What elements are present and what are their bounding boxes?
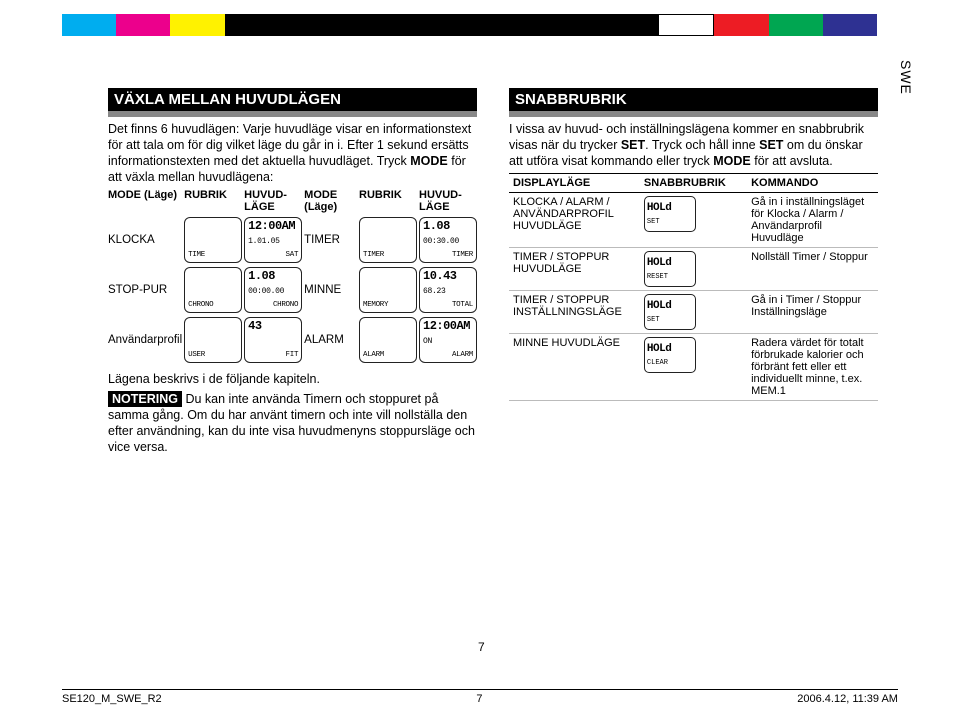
sr1-big: HOLd [647,257,693,269]
content-area: VÄXLA MELLAN HUVUDLÄGEN Det finns 6 huvu… [108,88,878,459]
r1-a2-big: 1.08 [248,270,298,283]
r2-b1-bl: ALARM [363,352,384,360]
sth1: DISPLAYLÄGE [509,174,640,193]
footer-cropmarks: SE120_M_SWE_R2 7 2006.4.12, 11:39 AM [62,689,898,705]
r2-lcd-b2: 12:00AM ON ALARM [419,317,477,363]
footer-page: 7 [476,693,482,705]
r0-a2-mid: 1.01.05 [248,238,298,246]
sr3-c1: MINNE HUVUDLÄGE [509,334,640,401]
r0-lcd-a2: 12:00AM 1.01.05 SAT [244,217,302,263]
r0-a2-br: SAT [286,252,299,260]
sr0-lcd: HOLd SET [644,196,696,232]
r0-a2-big: 12:00AM [248,220,298,233]
ri2: . Tryck och håll inne [645,138,759,152]
r1-a1-bl: CHRONO [188,302,213,310]
sr0-c2: HOLd SET [640,193,747,248]
sr0-c3: Gå in i inställningsläget för Klocka / A… [747,193,878,248]
set-bold-1: SET [621,138,645,152]
sr1-c3: Nollställ Timer / Stoppur [747,248,878,291]
r0-a1-bl: TIME [188,252,205,260]
after-table-para: Lägena beskrivs i de följande kapiteln. [108,371,477,387]
left-column: VÄXLA MELLAN HUVUDLÄGEN Det finns 6 huvu… [108,88,477,459]
sr1-lcd: HOLd RESET [644,251,696,287]
intro-mode-bold: MODE [410,154,448,168]
sr1-bot: RESET [647,274,693,282]
th-huvud-a: HUVUD-LÄGE [244,189,302,213]
right-column: SNABBRUBRIK I vissa av huvud- och instäl… [509,88,878,459]
th-huvud-b: HUVUD-LÄGE [419,189,477,213]
r2-b2-big: 12:00AM [423,320,473,333]
r1-b1-bl: MEMORY [363,302,388,310]
r2-label-a: Användarprofil [108,334,182,346]
r1-b2-mid: 68.23 [423,288,473,296]
r1-label-b: MINNE [304,284,357,296]
r1-a2-br: CHRONO [273,302,298,310]
th-mode-a: MODE (Läge) [108,189,182,213]
r1-label-a: STOP-PUR [108,284,182,296]
sr2-c2: HOLd SET [640,291,747,334]
page-number: 7 [478,640,485,654]
intro-paragraph: Det finns 6 huvudlägen: Varje huvudläge … [108,121,477,185]
color-calibration-bar [62,14,877,36]
footer-date: 2006.4.12, 11:39 AM [797,693,898,705]
r1-lcd-a1: CHRONO [184,267,242,313]
sr3-c2: HOLd CLEAR [640,334,747,401]
r0-b1-bl: TIMER [363,252,384,260]
r1-lcd-a2: 1.08 00:00.00 CHRONO [244,267,302,313]
r2-label-b: ALARM [304,334,357,346]
snab-table: DISPLAYLÄGE SNABBRUBRIK KOMMANDO KLOCKA … [509,173,878,401]
th-mode-b: MODE (Läge) [304,189,357,213]
r0-b2-mid: 00:30.00 [423,238,473,246]
r2-a1-bl: USER [188,352,205,360]
r0-label-b: TIMER [304,234,357,246]
sr2-lcd: HOLd SET [644,294,696,330]
r2-lcd-a2: 43 FIT [244,317,302,363]
sr0-c1: KLOCKA / ALARM / ANVÄNDARPROFIL HUVUDLÄG… [509,193,640,248]
sr2-c3: Gå in i Timer / Stoppur Inställningsläge [747,291,878,334]
sr0-big: HOLd [647,202,693,214]
r1-a2-mid: 00:00.00 [248,288,298,296]
sr2-big: HOLd [647,300,693,312]
set-bold-2: SET [759,138,783,152]
r0-b2-br: TIMER [452,252,473,260]
r0-lcd-b2: 1.08 00:30.00 TIMER [419,217,477,263]
heading-left: VÄXLA MELLAN HUVUDLÄGEN [108,88,477,117]
sr2-c1: TIMER / STOPPUR INSTÄLLNINGSLÄGE [509,291,640,334]
language-tab: SWE [898,60,914,95]
mode-bold: MODE [713,154,751,168]
r2-a2-br: FIT [286,352,299,360]
r2-lcd-b1: ALARM [359,317,417,363]
r2-lcd-a1: USER [184,317,242,363]
sr3-bot: CLEAR [647,360,693,368]
right-intro: I vissa av huvud- och inställningslägena… [509,121,878,169]
sr2-bot: SET [647,317,693,325]
sr3-c3: Radera värdet för totalt förbrukade kalo… [747,334,878,401]
r0-b2-big: 1.08 [423,220,473,233]
sth2: SNABBRUBRIK [640,174,747,193]
r0-lcd-a1: TIME [184,217,242,263]
sr3-big: HOLd [647,343,693,355]
th-rubrik-b: RUBRIK [359,189,417,213]
sth3: KOMMANDO [747,174,878,193]
ri4: för att avsluta. [751,154,833,168]
sr1-c2: HOLd RESET [640,248,747,291]
sr0-bot: SET [647,219,693,227]
r1-lcd-b1: MEMORY [359,267,417,313]
sr1-c1: TIMER / STOPPUR HUVUDLÄGE [509,248,640,291]
r2-b2-br: ALARM [452,352,473,360]
r0-label-a: KLOCKA [108,234,182,246]
heading-right: SNABBRUBRIK [509,88,878,117]
footer-file: SE120_M_SWE_R2 [62,693,162,705]
r2-b2-mid: ON [423,338,473,346]
sr3-lcd: HOLd CLEAR [644,337,696,373]
modes-table: MODE (Läge) RUBRIK HUVUD-LÄGE MODE (Läge… [108,189,477,363]
note-para: NOTERING Du kan inte använda Timern och … [108,391,477,455]
r1-b2-br: TOTAL [452,302,473,310]
th-rubrik-a: RUBRIK [184,189,242,213]
r2-a2-big: 43 [248,320,298,333]
r0-lcd-b1: TIMER [359,217,417,263]
r1-b2-big: 10.43 [423,270,473,283]
note-label: NOTERING [108,391,182,407]
r1-lcd-b2: 10.43 68.23 TOTAL [419,267,477,313]
